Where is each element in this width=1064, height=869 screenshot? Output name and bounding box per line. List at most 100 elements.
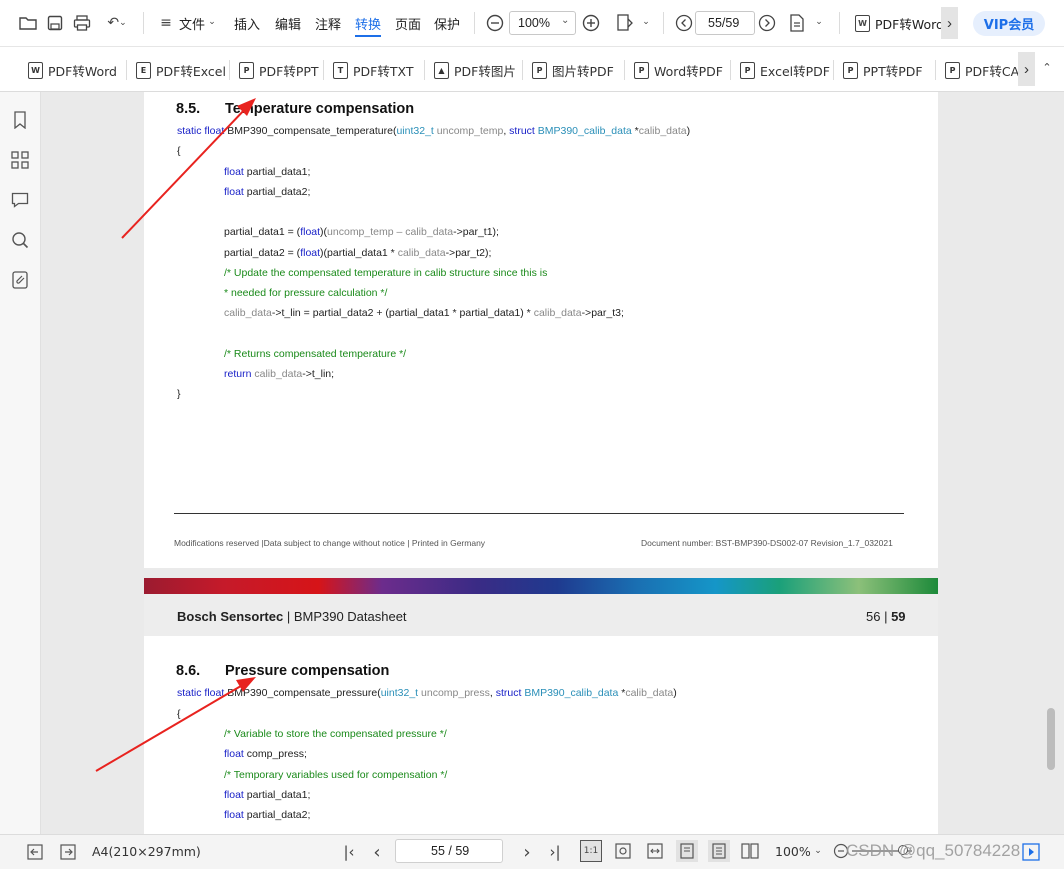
convert-button[interactable]: T PDF转TXT — [333, 60, 413, 80]
page-header: Bosch Sensortec | BMP390 Datasheet 56 | … — [144, 594, 938, 636]
convert-button[interactable]: ▲ PDF转图片 — [434, 60, 516, 80]
actual-size-icon[interactable]: 1:1 — [580, 840, 602, 862]
zoom-in-icon[interactable] — [581, 13, 601, 33]
vip-button[interactable]: VIP会员 — [973, 11, 1045, 36]
convert-button-label: PDF转CA — [965, 63, 1020, 79]
continuous-scroll-icon[interactable] — [708, 840, 730, 862]
file-format-icon: P — [532, 61, 547, 79]
scroll-right-icon[interactable]: › — [941, 7, 958, 39]
zoom-level[interactable]: 100% — [775, 844, 811, 859]
code-comment: /* Update the compensated temperature in… — [224, 267, 548, 279]
vertical-scrollbar-thumb[interactable] — [1047, 708, 1055, 770]
convert-button[interactable]: P 图片转PDF — [532, 60, 614, 80]
page-layout-icon[interactable] — [614, 12, 636, 34]
expand-icon[interactable] — [58, 842, 78, 862]
save-icon[interactable] — [45, 13, 65, 33]
convert-button[interactable]: P Excel转PDF — [740, 60, 830, 80]
separator — [730, 60, 731, 80]
code-comment: /* Temporary variables used for compensa… — [224, 769, 448, 781]
menu-annotate[interactable]: 注释 — [315, 14, 341, 33]
chevron-down-icon[interactable]: ⌄ — [814, 15, 824, 29]
convert-toolbar: W PDF转Word E PDF转Excel P PDF转PPT T PDF转TXT ▲ PDF转… — [0, 47, 1064, 92]
page-input[interactable]: 55/59 — [695, 11, 755, 35]
file-format-icon: P — [843, 61, 858, 79]
code-comment: * needed for pressure calculation */ — [224, 287, 388, 299]
code-line-signature: static float BMP390_compensate_temperatu… — [177, 125, 691, 137]
zoom-select[interactable]: 100% ⌄ — [509, 11, 576, 35]
file-format-icon: E — [136, 61, 151, 79]
separator — [323, 60, 324, 80]
section-title: Temperature compensation — [225, 101, 415, 117]
chevron-down-icon[interactable]: ⌄ — [813, 844, 823, 858]
menu-protect[interactable]: 保护 — [434, 14, 460, 33]
menu-edit[interactable]: 编辑 — [275, 14, 301, 33]
chevron-down-icon[interactable]: ⌄ — [207, 15, 217, 29]
section-number: 8.6. — [176, 663, 201, 679]
collapse-sidebar-icon[interactable] — [25, 842, 45, 862]
separator — [839, 12, 840, 34]
bookmark-icon[interactable] — [10, 110, 30, 130]
zoom-out-icon[interactable] — [485, 13, 505, 33]
word-icon: W — [855, 14, 870, 32]
open-folder-icon[interactable] — [18, 13, 38, 33]
separator — [663, 12, 664, 34]
status-bar: A4(210×297mm) |‹ ‹ 55 / 59 › ›| 1:1 100%… — [0, 834, 1064, 869]
first-page-icon[interactable]: |‹ — [340, 842, 358, 862]
file-format-icon: ▲ — [434, 61, 449, 79]
undo-icon[interactable]: ↶ ⌄ — [104, 13, 130, 33]
menu-file[interactable]: 文件 — [179, 14, 205, 33]
code-line: float partial_data1; — [224, 166, 311, 178]
menu-insert[interactable]: 插入 — [234, 14, 260, 33]
pdf-page-55: 8.5. Temperature compensation static flo… — [144, 92, 938, 568]
convert-button[interactable]: E PDF转Excel — [136, 60, 226, 80]
convert-button[interactable]: P PPT转PDF — [843, 60, 923, 80]
single-page-icon[interactable] — [676, 840, 698, 862]
color-band — [144, 578, 938, 594]
last-page-icon[interactable]: ›| — [546, 842, 564, 862]
section-number: 8.5. — [176, 101, 201, 117]
separator — [833, 60, 834, 80]
pdf-to-word-button[interactable]: W PDF转Word — [855, 13, 944, 33]
fullscreen-icon[interactable] — [1020, 841, 1042, 863]
chevron-down-icon[interactable]: ⌄ — [641, 15, 651, 29]
document-icon[interactable] — [788, 13, 806, 33]
next-page-icon[interactable]: › — [518, 842, 536, 863]
convert-button[interactable]: P PDF转PPT — [239, 60, 319, 80]
pdf-page-56: Bosch Sensortec | BMP390 Datasheet 56 | … — [144, 578, 938, 834]
watermark: CSDN @qq_50784228 — [846, 841, 1021, 860]
separator — [522, 60, 523, 80]
page-number-input[interactable]: 55 / 59 — [395, 839, 503, 863]
section-title: Pressure compensation — [225, 663, 390, 679]
thumbnails-icon[interactable] — [10, 150, 30, 170]
fit-page-icon[interactable] — [613, 841, 633, 861]
menu-icon[interactable]: ≡ — [158, 13, 174, 33]
chevron-down-icon: ⌄ — [561, 15, 570, 26]
comment-icon[interactable] — [10, 190, 30, 210]
menu-page[interactable]: 页面 — [395, 14, 421, 33]
convert-button-label: 图片转PDF — [552, 63, 614, 79]
convert-button[interactable]: W PDF转Word — [28, 60, 117, 80]
code-line: float partial_data2; — [224, 809, 311, 821]
print-icon[interactable] — [72, 13, 92, 33]
attachment-icon[interactable] — [10, 270, 30, 290]
separator — [424, 60, 425, 80]
fit-width-icon[interactable] — [645, 841, 665, 861]
menu-convert[interactable]: 转换 — [355, 14, 382, 37]
file-format-icon: P — [239, 61, 254, 79]
collapse-toolbar-icon[interactable]: ⌃ — [1040, 61, 1054, 77]
convert-button-label: Excel转PDF — [760, 63, 830, 79]
header-title: Bosch Sensortec | BMP390 Datasheet — [177, 609, 407, 624]
convert-button[interactable]: P PDF转CA — [945, 60, 1019, 80]
search-icon[interactable] — [10, 230, 30, 250]
prev-page-icon[interactable]: ‹ — [368, 842, 386, 863]
code-line: } — [177, 388, 181, 400]
scroll-right-icon[interactable]: › — [1018, 52, 1035, 86]
file-format-icon: P — [634, 61, 649, 79]
next-page-icon[interactable] — [758, 14, 776, 32]
convert-button[interactable]: P Word转PDF — [634, 60, 723, 80]
prev-page-icon[interactable] — [675, 14, 693, 32]
two-page-icon[interactable] — [740, 841, 760, 861]
code-line: return calib_data->t_lin; — [224, 368, 335, 380]
paper-size: A4(210×297mm) — [92, 844, 201, 859]
file-format-icon: W — [28, 61, 43, 79]
